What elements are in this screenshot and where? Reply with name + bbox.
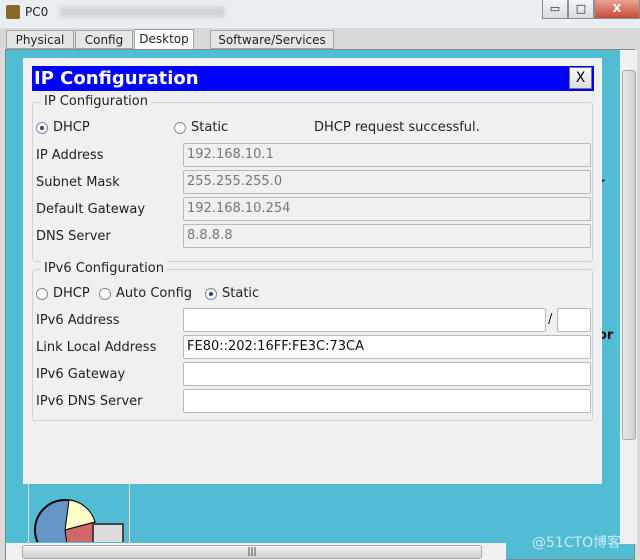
dialog-close-button[interactable]: X	[569, 67, 592, 89]
ipv4-dhcp-radio[interactable]: DHCP	[36, 120, 90, 135]
maximize-button[interactable]: □	[568, 0, 594, 19]
ip-address-label: IP Address	[36, 148, 104, 163]
prefix-separator: /	[548, 312, 553, 327]
default-gateway-label: Default Gateway	[36, 202, 146, 217]
radio-icon	[99, 287, 111, 300]
dialog-title: IP Configuration	[34, 68, 199, 89]
link-local-address-field[interactable]: FE80::202:16FF:FE3C:73CA	[183, 335, 591, 359]
pie-chart-app-icon	[34, 499, 124, 560]
dns-server-label: DNS Server	[36, 229, 111, 244]
tab-config[interactable]: Config	[75, 30, 133, 49]
radio-label: Static	[222, 286, 260, 301]
ipv6-dhcp-radio[interactable]: DHCP	[36, 286, 90, 301]
dialog-title-bar: IP Configuration X	[32, 66, 594, 91]
dns-server-field[interactable]: 8.8.8.8	[183, 224, 591, 248]
close-button[interactable]: X	[594, 0, 640, 19]
window-title: PC0	[25, 5, 49, 19]
vertical-scrollbar[interactable]	[620, 50, 637, 544]
ipv6-address-field[interactable]	[183, 308, 546, 332]
ipv6-gateway-label: IPv6 Gateway	[36, 367, 126, 382]
ipv6-auto-config-radio[interactable]: Auto Config	[99, 286, 192, 301]
subnet-mask-field[interactable]: 255.255.255.0	[183, 170, 591, 194]
tab-desktop[interactable]: Desktop	[134, 29, 194, 50]
blurred-title-text	[60, 7, 225, 17]
watermark: @51CTO博客	[532, 535, 622, 551]
radio-label: Static	[191, 120, 229, 135]
ipv4-group: IP Configuration DHCP Static DHCP reques…	[32, 94, 593, 262]
radio-selected-icon	[36, 121, 48, 134]
tab-physical[interactable]: Physical	[6, 30, 74, 49]
ip-address-field[interactable]: 192.168.10.1	[183, 143, 591, 167]
radio-label: DHCP	[53, 120, 90, 135]
default-gateway-field[interactable]: 192.168.10.254	[183, 197, 591, 221]
radio-label: Auto Config	[116, 286, 193, 301]
pc-icon	[6, 5, 20, 19]
dhcp-status: DHCP request successful.	[314, 120, 480, 135]
ipv6-dns-server-field[interactable]	[183, 389, 591, 413]
link-local-address-label: Link Local Address	[36, 340, 157, 355]
radio-label: DHCP	[53, 286, 90, 301]
subnet-mask-label: Subnet Mask	[36, 175, 120, 190]
radio-selected-icon	[205, 287, 217, 300]
ipv4-static-radio[interactable]: Static	[174, 120, 228, 135]
radio-icon	[36, 287, 48, 300]
ip-configuration-dialog: IP Configuration X IP Configuration DHCP…	[23, 58, 602, 484]
horizontal-scrollbar[interactable]: |||	[6, 543, 506, 560]
ipv6-group: IPv6 Configuration DHCP Auto Config Stat…	[32, 261, 593, 421]
title-bar: PC0 ▭ □ X	[0, 0, 640, 28]
radio-icon	[174, 121, 186, 134]
vertical-scroll-thumb[interactable]	[622, 70, 636, 440]
ipv6-dns-server-label: IPv6 DNS Server	[36, 394, 143, 409]
desktop-app-tile[interactable]	[28, 482, 130, 560]
ipv6-legend: IPv6 Configuration	[41, 261, 167, 276]
horizontal-scroll-thumb[interactable]: |||	[22, 545, 482, 559]
minimize-button[interactable]: ▭	[542, 0, 568, 19]
ipv6-prefix-field[interactable]	[557, 308, 591, 332]
ipv6-static-radio[interactable]: Static	[205, 286, 259, 301]
ipv6-gateway-field[interactable]	[183, 362, 591, 386]
tab-software-services[interactable]: Software/Services	[210, 30, 334, 49]
ipv6-address-label: IPv6 Address	[36, 313, 120, 328]
ipv4-legend: IP Configuration	[41, 94, 151, 109]
